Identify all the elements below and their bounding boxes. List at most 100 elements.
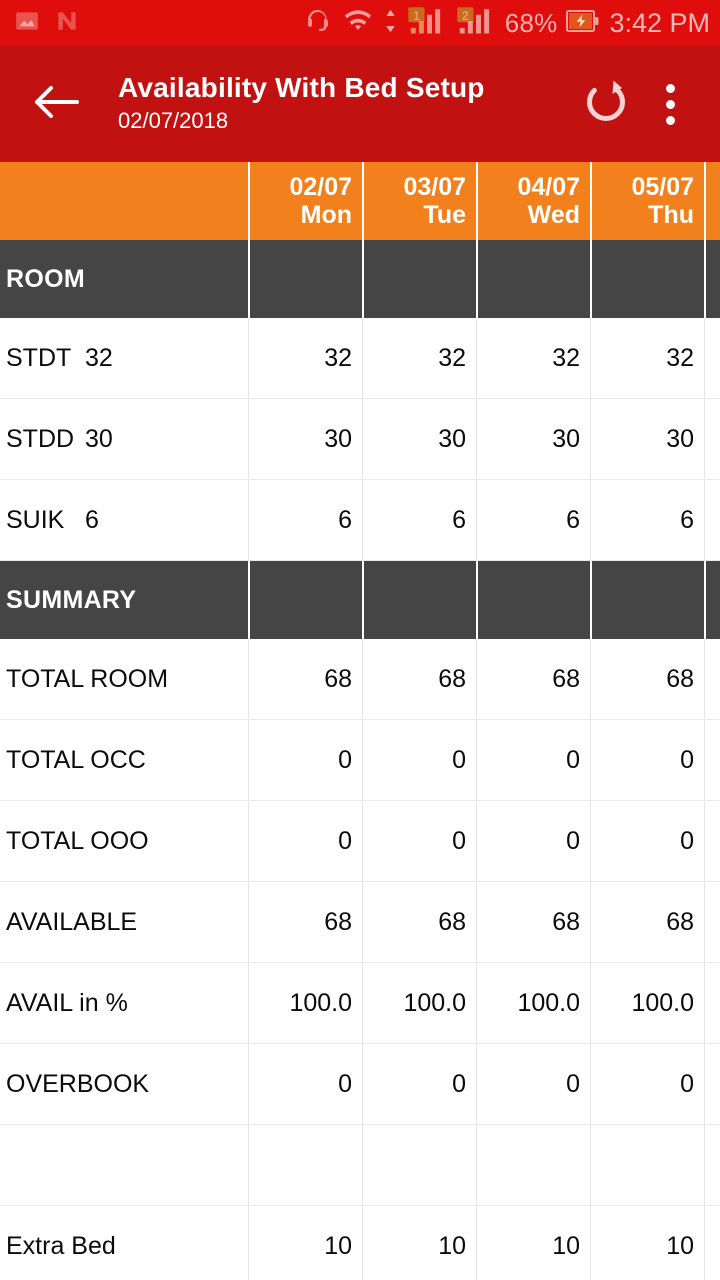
table-row[interactable]: AVAIL in % 100.0 100.0 100.0 100.0 [0, 963, 720, 1044]
section-cell [248, 561, 362, 639]
cell: 68 [362, 882, 476, 962]
cell-value: 10 [324, 1231, 352, 1260]
table-row[interactable]: TOTAL OCC 0 0 0 0 [0, 720, 720, 801]
cell-value: 68 [552, 907, 580, 936]
table-row[interactable]: Extra Bed 10 10 10 10 [0, 1206, 720, 1280]
cell-value: 0 [680, 745, 694, 774]
signal-sim1-icon: 1 [407, 6, 447, 41]
row-label-cell: AVAIL in % [0, 963, 248, 1043]
cell-value: 6 [338, 505, 352, 534]
column-header-0[interactable]: 02/07 Mon [248, 162, 362, 240]
section-cell [248, 240, 362, 318]
cell-value: 0 [680, 1069, 694, 1098]
cell: 100.0 [590, 963, 704, 1043]
cell-value: 32 [438, 343, 466, 372]
column-header-1[interactable]: 03/07 Tue [362, 162, 476, 240]
cell: 6 [248, 480, 362, 560]
section-cell [362, 561, 476, 639]
cell: 0 [590, 801, 704, 881]
cell-overflow [704, 1206, 719, 1280]
overflow-menu-button[interactable] [638, 72, 702, 136]
row-label-cell [0, 1125, 248, 1205]
section-cell-overflow [704, 561, 719, 639]
section-cell [476, 561, 590, 639]
battery-percent-label: 68% [504, 8, 558, 38]
cell-value: 30 [552, 424, 580, 453]
cell-value: 0 [566, 745, 580, 774]
table-row[interactable]: AVAILABLE 68 68 68 68 [0, 882, 720, 963]
cell: 32 [476, 318, 590, 398]
table-row[interactable]: SUIK 6 6 6 6 6 [0, 480, 720, 561]
cell: 100.0 [476, 963, 590, 1043]
cell: 100.0 [362, 963, 476, 1043]
cell [362, 1125, 476, 1205]
table-row[interactable]: TOTAL OOO 0 0 0 0 [0, 801, 720, 882]
cell: 68 [362, 639, 476, 719]
row-label-cell: OVERBOOK [0, 1044, 248, 1124]
cell-overflow [704, 639, 719, 719]
column-date-label: 04/07 [517, 173, 580, 201]
cell: 0 [248, 1044, 362, 1124]
cell: 6 [476, 480, 590, 560]
table-row[interactable]: STDT 32 32 32 32 32 [0, 318, 720, 399]
cell: 0 [476, 1044, 590, 1124]
cell: 32 [590, 318, 704, 398]
cell-overflow [704, 399, 719, 479]
section-title-cell: SUMMARY [0, 561, 248, 639]
cell-value: 0 [566, 826, 580, 855]
column-header-3[interactable]: 05/07 Thu [590, 162, 704, 240]
cell-value: 10 [438, 1231, 466, 1260]
status-bar-system-icons: 1 2 68% 3:42 PM [303, 6, 710, 41]
cell-value: 0 [452, 745, 466, 774]
column-header-overflow[interactable] [704, 162, 719, 240]
section-cell [476, 240, 590, 318]
cell: 0 [476, 720, 590, 800]
cell-value: 30 [666, 424, 694, 453]
cell-value: 68 [666, 907, 694, 936]
cell: 68 [248, 882, 362, 962]
table-row[interactable]: TOTAL ROOM 68 68 68 68 [0, 639, 720, 720]
cell-overflow [704, 801, 719, 881]
section-title-label: ROOM [6, 264, 85, 293]
table-row-blank [0, 1125, 720, 1206]
data-transfer-icon [383, 6, 398, 41]
row-label: OVERBOOK [6, 1069, 150, 1098]
page-title: Availability With Bed Setup [118, 72, 485, 104]
cell: 10 [590, 1206, 704, 1280]
cell-value: 6 [452, 505, 466, 534]
cell [590, 1125, 704, 1205]
column-header-2[interactable]: 04/07 Wed [476, 162, 590, 240]
section-cell [362, 240, 476, 318]
room-setup-value: 30 [85, 424, 113, 453]
column-date-label: 05/07 [631, 173, 694, 201]
cell-value: 0 [566, 1069, 580, 1098]
back-button[interactable] [26, 73, 88, 135]
cell-value: 30 [438, 424, 466, 453]
row-label: Extra Bed [6, 1231, 116, 1260]
svg-text:2: 2 [462, 9, 469, 23]
table-row[interactable]: STDD 30 30 30 30 30 [0, 399, 720, 480]
section-title-cell: ROOM [0, 240, 248, 318]
refresh-button[interactable] [574, 72, 638, 136]
cell-overflow [704, 1044, 719, 1124]
cell-value: 68 [324, 907, 352, 936]
cell [248, 1125, 362, 1205]
table-header-row: 02/07 Mon 03/07 Tue 04/07 Wed 05/07 Thu [0, 162, 720, 240]
cell: 68 [476, 882, 590, 962]
cell-value: 0 [680, 826, 694, 855]
cell: 6 [362, 480, 476, 560]
cell-value: 68 [438, 907, 466, 936]
cell-value: 100.0 [403, 988, 466, 1017]
cell-value: 10 [552, 1231, 580, 1260]
cell: 10 [362, 1206, 476, 1280]
cell: 0 [248, 801, 362, 881]
column-dow-label: Tue [423, 201, 466, 229]
row-label: AVAILABLE [6, 907, 138, 936]
cell-value: 0 [338, 1069, 352, 1098]
cell: 10 [476, 1206, 590, 1280]
section-header-room: ROOM [0, 240, 720, 318]
svg-text:1: 1 [413, 9, 420, 23]
cell: 32 [362, 318, 476, 398]
room-code-label: STDD [6, 424, 75, 453]
table-row[interactable]: OVERBOOK 0 0 0 0 [0, 1044, 720, 1125]
